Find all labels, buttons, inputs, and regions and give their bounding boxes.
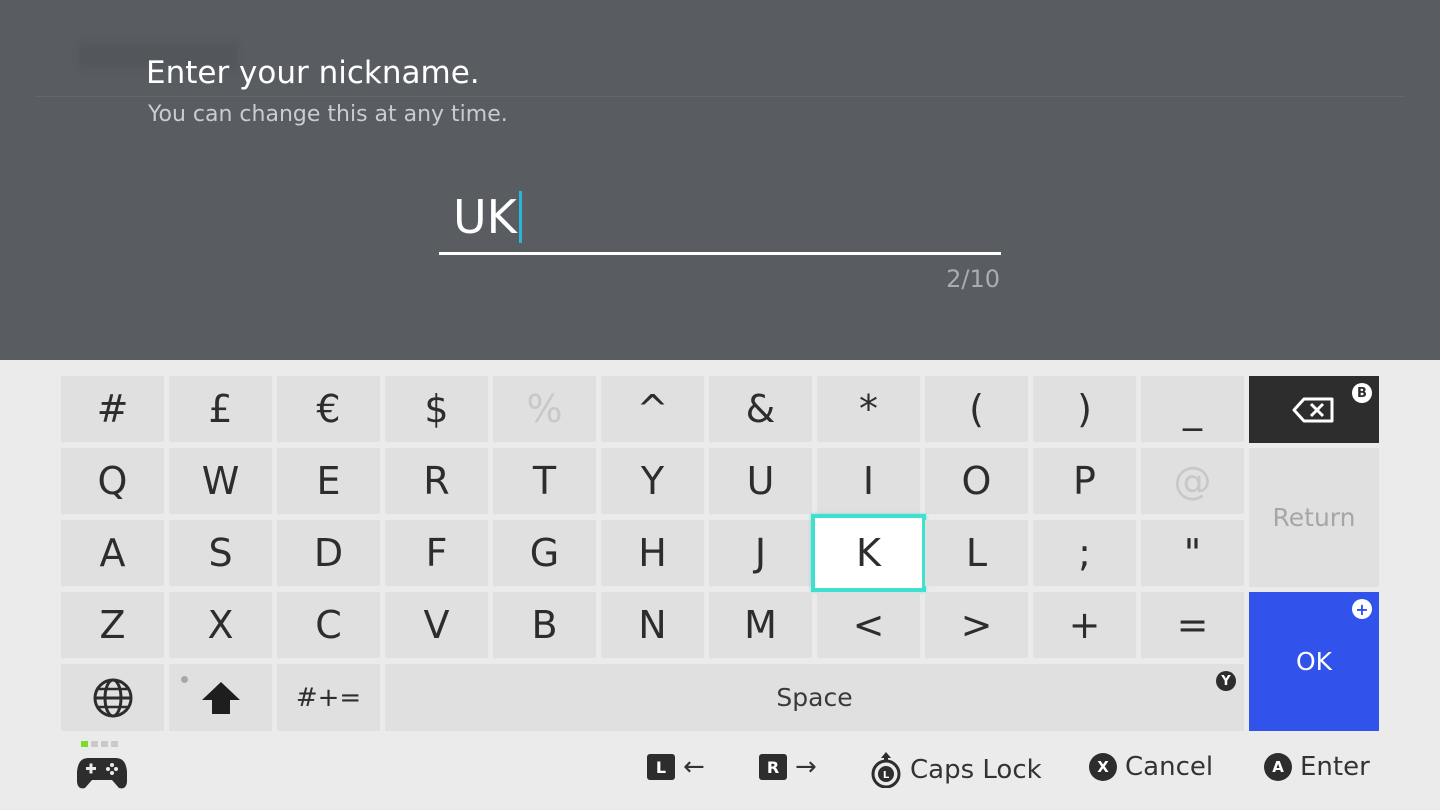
globe-icon <box>93 678 132 717</box>
hint-caps-lock: L Caps Lock <box>870 752 1042 788</box>
svg-text:L: L <box>883 770 890 781</box>
key-H[interactable]: H <box>601 520 704 586</box>
key-=[interactable]: = <box>1141 592 1244 658</box>
key-X[interactable]: X <box>169 592 272 658</box>
key-+[interactable]: + <box>1033 592 1136 658</box>
key-W[interactable]: W <box>169 448 272 514</box>
y-button-badge: Y <box>1216 671 1236 691</box>
l-stick-press-icon: L <box>871 752 901 788</box>
key-J[interactable]: J <box>709 520 812 586</box>
enter-label: Enter <box>1300 752 1370 782</box>
r-button-icon: R <box>759 754 787 780</box>
key-@[interactable]: @ <box>1141 448 1244 514</box>
hint-cursor-left: L ← <box>647 752 705 782</box>
key-O[interactable]: O <box>925 448 1028 514</box>
key-Y[interactable]: Y <box>601 448 704 514</box>
shift-arrow-icon <box>201 681 240 714</box>
left-arrow-icon: ← <box>683 752 705 782</box>
language-key[interactable] <box>61 664 164 731</box>
space-label: Space <box>776 683 853 712</box>
hint-enter: A Enter <box>1264 752 1370 782</box>
key-D[interactable]: D <box>277 520 380 586</box>
backspace-icon <box>1292 397 1334 422</box>
nickname-value: UK <box>453 190 517 244</box>
key-"[interactable]: " <box>1141 520 1244 586</box>
caps-lock-label: Caps Lock <box>910 755 1042 785</box>
key-^[interactable]: ^ <box>601 376 704 442</box>
key-([interactable]: ( <box>925 376 1028 442</box>
key-;[interactable]: ; <box>1033 520 1136 586</box>
key-A[interactable]: A <box>61 520 164 586</box>
key-V[interactable]: V <box>385 592 488 658</box>
ok-button[interactable]: OK + <box>1249 592 1379 731</box>
key-R[interactable]: R <box>385 448 488 514</box>
a-button-icon: A <box>1264 753 1292 781</box>
key-E[interactable]: E <box>277 448 380 514</box>
key-&[interactable]: & <box>709 376 812 442</box>
nickname-dialog: Enter your nickname. You can change this… <box>0 0 1440 360</box>
l-button-icon: L <box>647 754 675 780</box>
key-Q[interactable]: Q <box>61 448 164 514</box>
x-button-icon: X <box>1089 753 1117 781</box>
key-C[interactable]: C <box>277 592 380 658</box>
text-caret <box>518 191 522 243</box>
backspace-key[interactable]: B <box>1249 376 1379 443</box>
key-K[interactable]: K <box>811 514 926 592</box>
key-_[interactable]: _ <box>1141 376 1244 442</box>
shift-indicator-dot <box>181 676 188 683</box>
hint-cancel: X Cancel <box>1089 752 1213 782</box>
player-indicator <box>81 741 118 747</box>
key-N[interactable]: N <box>601 592 704 658</box>
key-*[interactable]: * <box>817 376 920 442</box>
key-€[interactable]: € <box>277 376 380 442</box>
key-F[interactable]: F <box>385 520 488 586</box>
key-<[interactable]: < <box>817 592 920 658</box>
key-U[interactable]: U <box>709 448 812 514</box>
cancel-label: Cancel <box>1125 752 1214 782</box>
background-divider <box>35 96 1405 97</box>
hint-cursor-right: R → <box>759 752 817 782</box>
key-#[interactable]: # <box>61 376 164 442</box>
key-S[interactable]: S <box>169 520 272 586</box>
key-Z[interactable]: Z <box>61 592 164 658</box>
key-G[interactable]: G <box>493 520 596 586</box>
key-£[interactable]: £ <box>169 376 272 442</box>
key-B[interactable]: B <box>493 592 596 658</box>
footer-hints: L ← R → L Caps Lock X Cancel A Enter <box>0 740 1440 810</box>
space-key[interactable]: Space Y <box>385 664 1244 731</box>
shift-key[interactable] <box>169 664 272 731</box>
key-)[interactable]: ) <box>1033 376 1136 442</box>
page-subtitle: You can change this at any time. <box>148 102 508 127</box>
key-%[interactable]: % <box>493 376 596 442</box>
plus-button-badge: + <box>1352 599 1372 619</box>
character-counter: 2/10 <box>946 265 1000 293</box>
return-key[interactable]: Return <box>1249 448 1379 587</box>
key-M[interactable]: M <box>709 592 812 658</box>
b-button-badge: B <box>1352 383 1372 403</box>
key-I[interactable]: I <box>817 448 920 514</box>
nickname-input[interactable]: UK <box>439 185 1001 255</box>
controller-icon <box>77 758 127 789</box>
key-T[interactable]: T <box>493 448 596 514</box>
key-$[interactable]: $ <box>385 376 488 442</box>
key-P[interactable]: P <box>1033 448 1136 514</box>
page-title: Enter your nickname. <box>146 55 480 91</box>
right-arrow-icon: → <box>795 752 817 782</box>
key->[interactable]: > <box>925 592 1028 658</box>
ok-label: OK <box>1295 647 1333 676</box>
symbols-key[interactable]: #+= <box>277 664 380 731</box>
key-L[interactable]: L <box>925 520 1028 586</box>
